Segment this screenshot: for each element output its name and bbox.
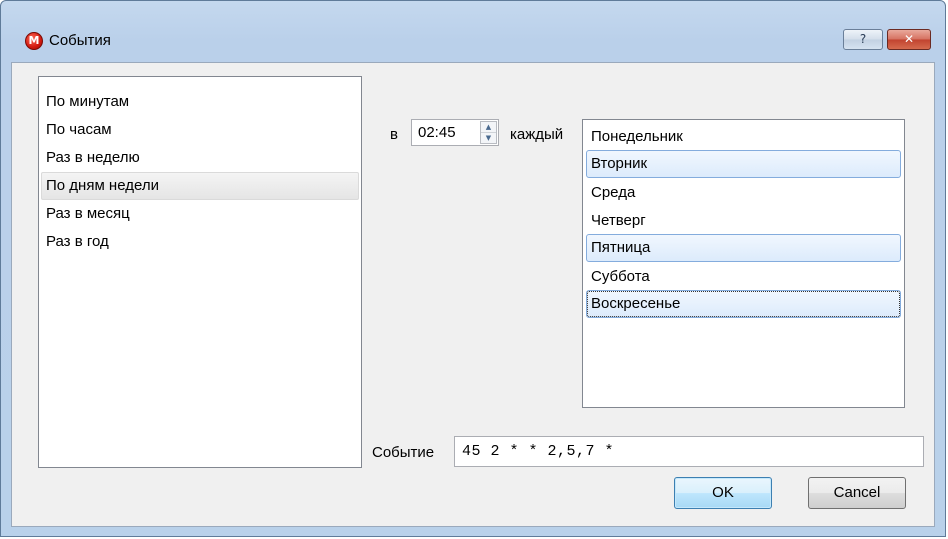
- schedule-mode-item[interactable]: По минутам: [41, 88, 359, 116]
- weekday-item[interactable]: Суббота: [586, 262, 901, 290]
- time-spinner: ▲ ▼: [480, 121, 497, 144]
- schedule-mode-item[interactable]: По дням недели: [41, 172, 359, 200]
- close-button[interactable]: ✕: [887, 29, 931, 50]
- dialog-content: По минутам По часам Раз в неделю По дням не…: [11, 62, 935, 527]
- at-label: в: [390, 126, 398, 143]
- window-title: События: [49, 32, 111, 49]
- spin-up-icon[interactable]: ▲: [481, 122, 496, 133]
- time-value[interactable]: 02:45: [418, 124, 456, 141]
- weekday-item[interactable]: Среда: [586, 178, 901, 206]
- spin-down-icon[interactable]: ▼: [481, 133, 496, 143]
- schedule-mode-item[interactable]: По часам: [41, 116, 359, 144]
- time-spinbox[interactable]: 02:45 ▲ ▼: [411, 119, 499, 146]
- schedule-mode-item[interactable]: Раз в месяц: [41, 200, 359, 228]
- events-dialog: M События ? ✕ По минутам По часам Раз в не…: [0, 0, 946, 537]
- close-icon: ✕: [903, 32, 915, 46]
- help-icon: ?: [859, 32, 867, 46]
- cancel-button[interactable]: Cancel: [808, 477, 906, 509]
- ok-button[interactable]: OK: [674, 477, 772, 509]
- weekday-item[interactable]: Воскресенье: [586, 290, 901, 318]
- schedule-mode-item[interactable]: Раз в неделю: [41, 144, 359, 172]
- schedule-mode-item[interactable]: Раз в год: [41, 228, 359, 256]
- weekday-list[interactable]: Понедельник Вторник Среда Четверг Пятница Суб…: [582, 119, 905, 408]
- event-label: Событие: [372, 444, 435, 461]
- help-button[interactable]: ?: [843, 29, 883, 50]
- weekday-item[interactable]: Вторник: [586, 150, 901, 178]
- weekday-item[interactable]: Четверг: [586, 206, 901, 234]
- app-logo-icon: M: [25, 32, 43, 50]
- title-bar[interactable]: [1, 1, 945, 33]
- event-expression-input[interactable]: 45 2 * * 2,5,7 *: [454, 436, 924, 467]
- schedule-mode-list[interactable]: По минутам По часам Раз в неделю По дням не…: [38, 76, 362, 468]
- weekday-item[interactable]: Пятница: [586, 234, 901, 262]
- weekday-item[interactable]: Понедельник: [586, 122, 901, 150]
- each-label: каждый: [510, 126, 564, 143]
